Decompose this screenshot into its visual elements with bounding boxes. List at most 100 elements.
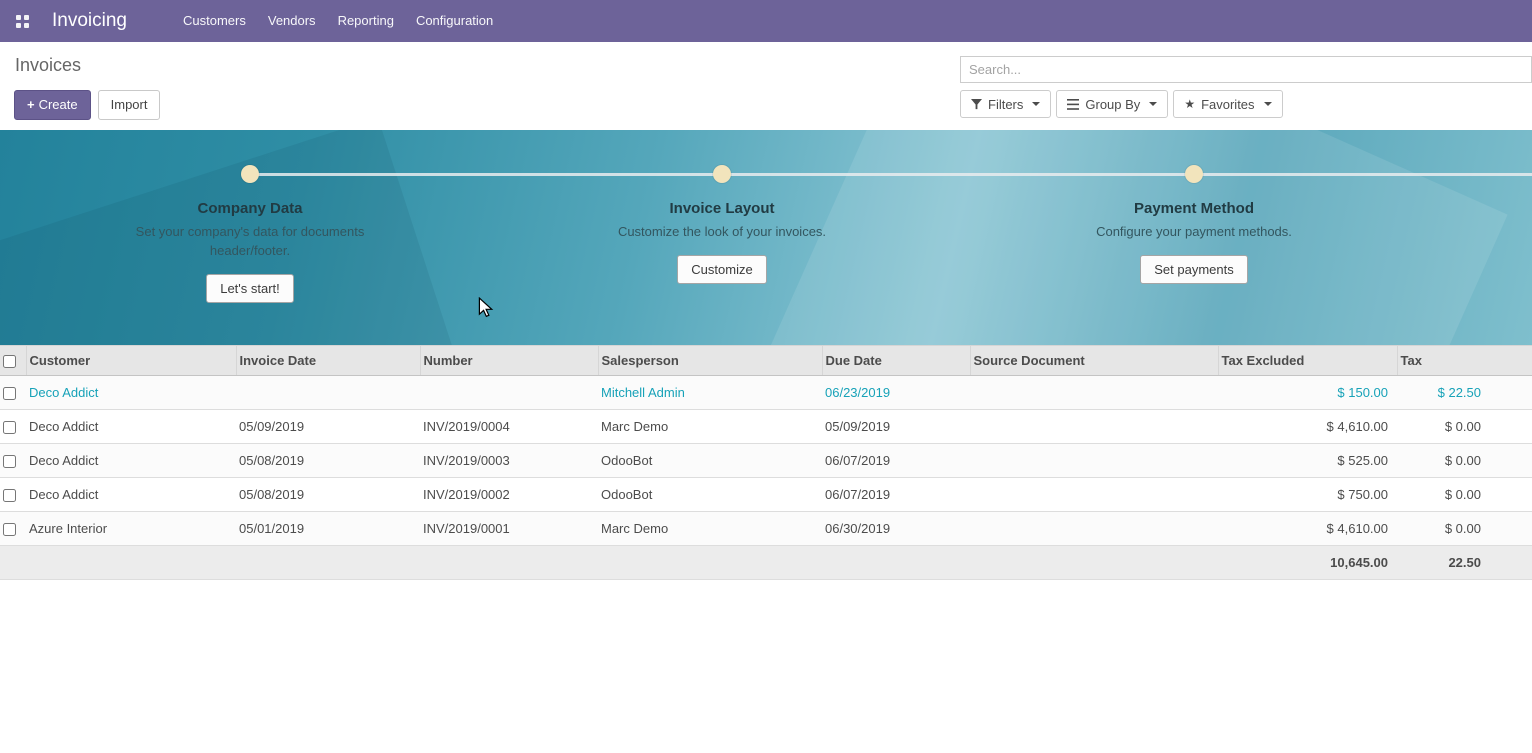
cell-tax-excluded: $ 525.00 xyxy=(1218,444,1397,478)
column-salesperson[interactable]: Salesperson xyxy=(598,346,822,376)
cell-invoice-date: 05/08/2019 xyxy=(236,478,420,512)
search-area: Filters Group By ★ Favorites xyxy=(960,56,1532,118)
cell-customer: Deco Addict xyxy=(26,376,236,410)
step-dot xyxy=(241,165,259,183)
top-navbar: Invoicing Customers Vendors Reporting Co… xyxy=(0,0,1532,42)
cell-tax: $ 0.00 xyxy=(1397,410,1532,444)
cell-tax-excluded: $ 4,610.00 xyxy=(1218,410,1397,444)
totals-empty-cell xyxy=(0,546,26,580)
favorites-button-label: Favorites xyxy=(1201,97,1254,112)
cell-number: INV/2019/0004 xyxy=(420,410,598,444)
column-invoice-date[interactable]: Invoice Date xyxy=(236,346,420,376)
row-checkbox[interactable] xyxy=(3,421,16,434)
cell-customer: Deco Addict xyxy=(26,410,236,444)
select-all-cell xyxy=(0,346,26,376)
select-all-checkbox[interactable] xyxy=(3,355,16,368)
step-dot xyxy=(713,165,731,183)
cell-number xyxy=(420,376,598,410)
main-menu: Customers Vendors Reporting Configuratio… xyxy=(172,0,504,42)
chevron-down-icon xyxy=(1032,102,1040,106)
column-tax-excluded[interactable]: Tax Excluded xyxy=(1218,346,1397,376)
cell-number: INV/2019/0001 xyxy=(420,512,598,546)
lets-start-button[interactable]: Let's start! xyxy=(206,274,294,303)
cell-source-document xyxy=(970,478,1218,512)
cell-due-date: 05/09/2019 xyxy=(822,410,970,444)
action-buttons: +Create Import xyxy=(14,90,160,120)
cell-customer: Deco Addict xyxy=(26,444,236,478)
filter-toolbar: Filters Group By ★ Favorites xyxy=(960,90,1532,118)
cell-tax: $ 22.50 xyxy=(1397,376,1532,410)
column-tax[interactable]: Tax xyxy=(1397,346,1532,376)
row-checkbox[interactable] xyxy=(3,523,16,536)
cell-source-document xyxy=(970,410,1218,444)
cell-tax-excluded: $ 150.00 xyxy=(1218,376,1397,410)
column-customer[interactable]: Customer xyxy=(26,346,236,376)
star-icon: ★ xyxy=(1184,98,1195,110)
cell-number: INV/2019/0002 xyxy=(420,478,598,512)
onboarding-step-invoice-layout: Invoice Layout Customize the look of you… xyxy=(486,130,958,303)
apps-menu-icon[interactable] xyxy=(9,8,35,34)
menu-customers[interactable]: Customers xyxy=(172,0,257,42)
invoice-row[interactable]: Deco Addict Mitchell Admin 06/23/2019 $ … xyxy=(0,376,1532,410)
total-tax-excluded: 10,645.00 xyxy=(1218,546,1397,580)
import-button[interactable]: Import xyxy=(98,90,161,120)
cell-salesperson: Marc Demo xyxy=(598,410,822,444)
step-title: Invoice Layout xyxy=(486,200,958,217)
table-header-row: Customer Invoice Date Number Salesperson… xyxy=(0,346,1532,376)
step-title: Payment Method xyxy=(958,200,1430,217)
cell-invoice-date xyxy=(236,376,420,410)
cell-tax-excluded: $ 750.00 xyxy=(1218,478,1397,512)
menu-reporting[interactable]: Reporting xyxy=(327,0,405,42)
group-by-icon xyxy=(1067,99,1079,110)
invoice-row[interactable]: Deco Addict 05/08/2019 INV/2019/0002 Odo… xyxy=(0,478,1532,512)
page-title: Invoices xyxy=(15,55,81,76)
cell-source-document xyxy=(970,444,1218,478)
cell-source-document xyxy=(970,376,1218,410)
row-checkbox[interactable] xyxy=(3,489,16,502)
search-input[interactable] xyxy=(960,56,1532,83)
filters-button-label: Filters xyxy=(988,97,1023,112)
invoice-row[interactable]: Azure Interior 05/01/2019 INV/2019/0001 … xyxy=(0,512,1532,546)
group-by-button[interactable]: Group By xyxy=(1056,90,1168,118)
group-by-button-label: Group By xyxy=(1085,97,1140,112)
row-checkbox[interactable] xyxy=(3,387,16,400)
cell-due-date: 06/30/2019 xyxy=(822,512,970,546)
cell-salesperson: OdooBot xyxy=(598,444,822,478)
set-payments-button[interactable]: Set payments xyxy=(1140,255,1248,284)
cell-tax: $ 0.00 xyxy=(1397,478,1532,512)
chevron-down-icon xyxy=(1149,102,1157,106)
row-select-cell xyxy=(0,410,26,444)
step-title: Company Data xyxy=(14,200,486,217)
invoice-list: Customer Invoice Date Number Salesperson… xyxy=(0,345,1532,580)
cell-salesperson: Mitchell Admin xyxy=(598,376,822,410)
menu-configuration[interactable]: Configuration xyxy=(405,0,504,42)
filters-button[interactable]: Filters xyxy=(960,90,1051,118)
cell-due-date: 06/23/2019 xyxy=(822,376,970,410)
chevron-down-icon xyxy=(1264,102,1272,106)
step-dot xyxy=(1185,165,1203,183)
cell-salesperson: Marc Demo xyxy=(598,512,822,546)
cell-customer: Azure Interior xyxy=(26,512,236,546)
invoice-row[interactable]: Deco Addict 05/08/2019 INV/2019/0003 Odo… xyxy=(0,444,1532,478)
step-description: Set your company's data for documents he… xyxy=(133,223,368,261)
create-button[interactable]: +Create xyxy=(14,90,91,120)
cell-customer: Deco Addict xyxy=(26,478,236,512)
column-due-date[interactable]: Due Date xyxy=(822,346,970,376)
row-select-cell xyxy=(0,444,26,478)
invoice-row[interactable]: Deco Addict 05/09/2019 INV/2019/0004 Mar… xyxy=(0,410,1532,444)
cell-salesperson: OdooBot xyxy=(598,478,822,512)
menu-vendors[interactable]: Vendors xyxy=(257,0,327,42)
cell-invoice-date: 05/01/2019 xyxy=(236,512,420,546)
favorites-button[interactable]: ★ Favorites xyxy=(1173,90,1282,118)
onboarding-step-company-data: Company Data Set your company's data for… xyxy=(14,130,486,303)
column-number[interactable]: Number xyxy=(420,346,598,376)
onboarding-banner: Company Data Set your company's data for… xyxy=(0,130,1532,345)
cell-tax: $ 0.00 xyxy=(1397,512,1532,546)
cell-number: INV/2019/0003 xyxy=(420,444,598,478)
customize-button[interactable]: Customize xyxy=(677,255,766,284)
row-select-cell xyxy=(0,478,26,512)
app-title[interactable]: Invoicing xyxy=(52,10,127,32)
row-checkbox[interactable] xyxy=(3,455,16,468)
cell-due-date: 06/07/2019 xyxy=(822,478,970,512)
column-source-document[interactable]: Source Document xyxy=(970,346,1218,376)
